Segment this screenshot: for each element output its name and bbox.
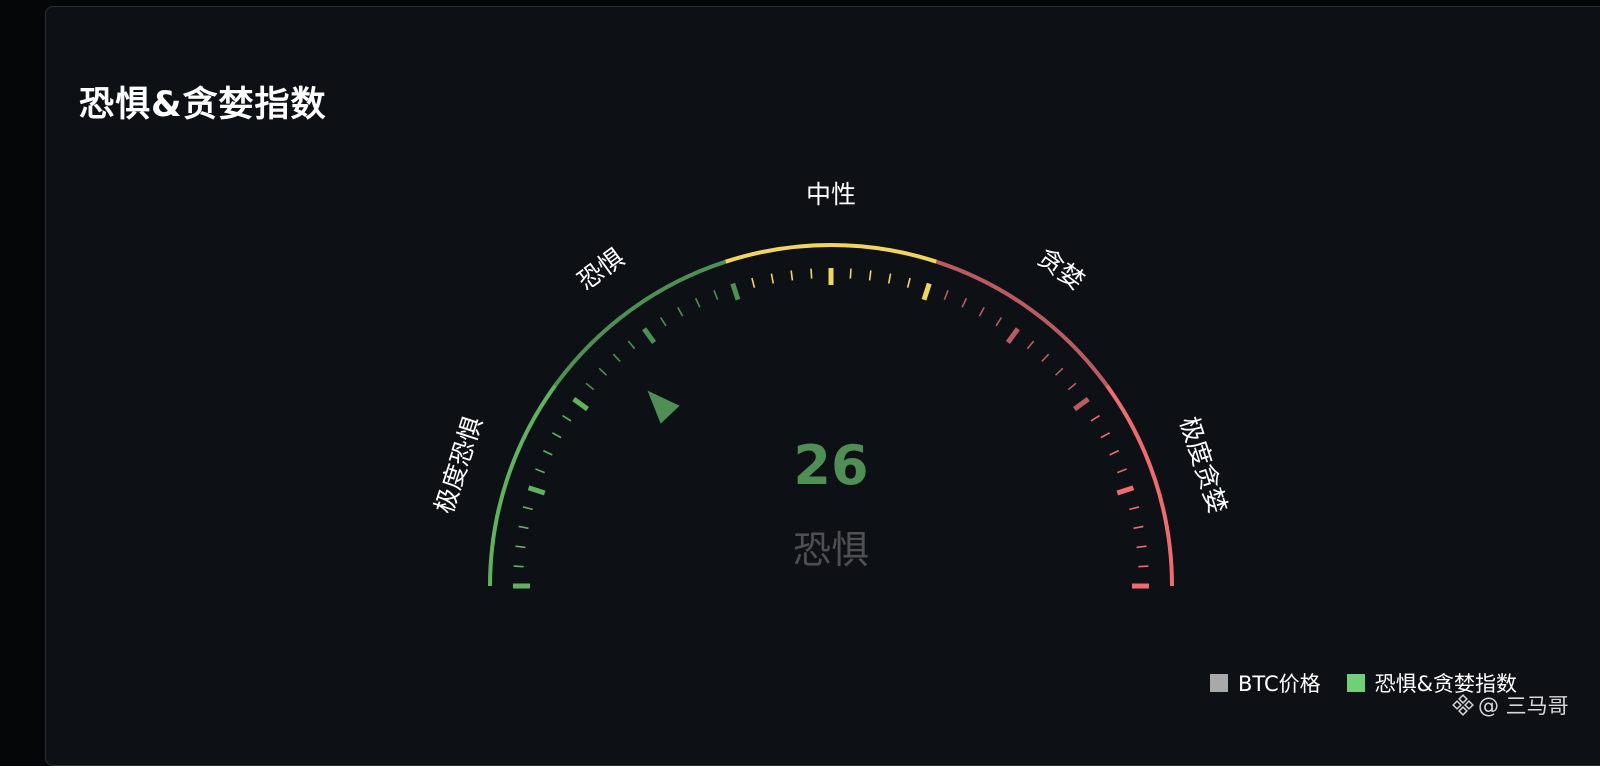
gauge-zone-arc-1 <box>488 384 557 587</box>
gauge-major-tick <box>642 327 657 344</box>
gauge-minor-tick <box>810 268 813 279</box>
gauge-minor-tick <box>1100 432 1111 439</box>
gauge-minor-tick <box>598 367 608 376</box>
gauge-pointer <box>647 390 680 424</box>
gauge-zone-label-5: 极度贪婪 <box>1174 413 1232 517</box>
binance-logo-icon <box>1452 694 1474 716</box>
gauge-minor-tick <box>887 273 892 284</box>
gauge-minor-tick <box>522 506 533 511</box>
gauge-status-label: 恐惧 <box>793 528 869 572</box>
legend-label-btc-price: BTC价格 <box>1238 672 1321 696</box>
gauge-minor-tick <box>770 273 775 284</box>
gauge-minor-tick <box>995 317 1003 327</box>
gauge-minor-tick <box>612 353 621 363</box>
gauge-minor-tick <box>1026 340 1035 350</box>
gauge-major-tick <box>730 282 741 301</box>
gauge-minor-tick <box>713 290 719 300</box>
gauge-minor-tick <box>1133 525 1144 530</box>
gauge-minor-tick <box>906 277 911 288</box>
gauge-minor-tick <box>849 268 852 279</box>
legend-item-btc-price[interactable]: BTC价格 <box>1210 668 1321 698</box>
gauge-minor-tick <box>790 270 794 281</box>
gauge-minor-tick <box>551 432 562 439</box>
gauge-minor-tick <box>535 468 545 474</box>
gauge-zone-label-1: 极度恐惧 <box>429 413 487 517</box>
gauge-minor-tick <box>513 565 524 568</box>
gauge-minor-tick <box>562 414 572 422</box>
gauge-minor-tick <box>1129 506 1140 511</box>
gauge-minor-tick <box>1090 414 1100 422</box>
legend-swatch-fear-greed-index <box>1346 674 1365 692</box>
gauge-zone-label-4: 贪婪 <box>1032 243 1090 296</box>
gauge-minor-tick <box>659 317 667 327</box>
gauge-minor-tick <box>1041 353 1050 363</box>
gauge-minor-tick <box>677 306 684 317</box>
gauge-minor-tick <box>542 449 553 456</box>
gauge-major-tick <box>1073 397 1090 412</box>
watermark: @ 三马哥 <box>1452 690 1569 720</box>
gauge-minor-tick <box>627 340 636 350</box>
gauge-minor-tick <box>943 290 949 300</box>
gauge-minor-tick <box>694 297 701 308</box>
legend-swatch-btc-price <box>1210 674 1228 692</box>
gauge-minor-tick <box>1067 382 1077 391</box>
gauge-minor-tick <box>961 297 968 308</box>
gauge-major-tick <box>527 485 546 496</box>
gauge-zone-arc-5 <box>1105 384 1174 587</box>
gauge-minor-tick <box>868 270 872 281</box>
gauge-zone-label-2: 恐惧 <box>572 243 630 296</box>
gauge-value: 26 <box>793 434 868 497</box>
gauge-major-tick <box>572 397 589 412</box>
gauge-minor-tick <box>1138 565 1149 568</box>
gauge-zone-label-3: 中性 <box>806 180 856 209</box>
gauge-minor-tick <box>978 306 985 317</box>
gauge-minor-tick <box>751 277 756 288</box>
gauge-minor-tick <box>585 382 595 391</box>
gauge-minor-tick <box>518 525 529 530</box>
gauge-major-tick <box>921 282 932 301</box>
gauge-minor-tick <box>1054 367 1064 376</box>
fear-greed-gauge: 极度恐惧恐惧中性贪婪极度贪婪 26 恐惧 <box>429 180 1233 589</box>
gauge-minor-tick <box>515 545 526 549</box>
watermark-text: @ 三马哥 <box>1478 694 1569 718</box>
gauge-major-tick <box>1005 327 1020 344</box>
gauge-zone-arc-3 <box>725 243 937 264</box>
gauge-minor-tick <box>1136 545 1147 549</box>
gauge-major-tick <box>1116 485 1135 496</box>
gauge-minor-tick <box>1117 468 1127 474</box>
gauge-minor-tick <box>1109 449 1120 456</box>
